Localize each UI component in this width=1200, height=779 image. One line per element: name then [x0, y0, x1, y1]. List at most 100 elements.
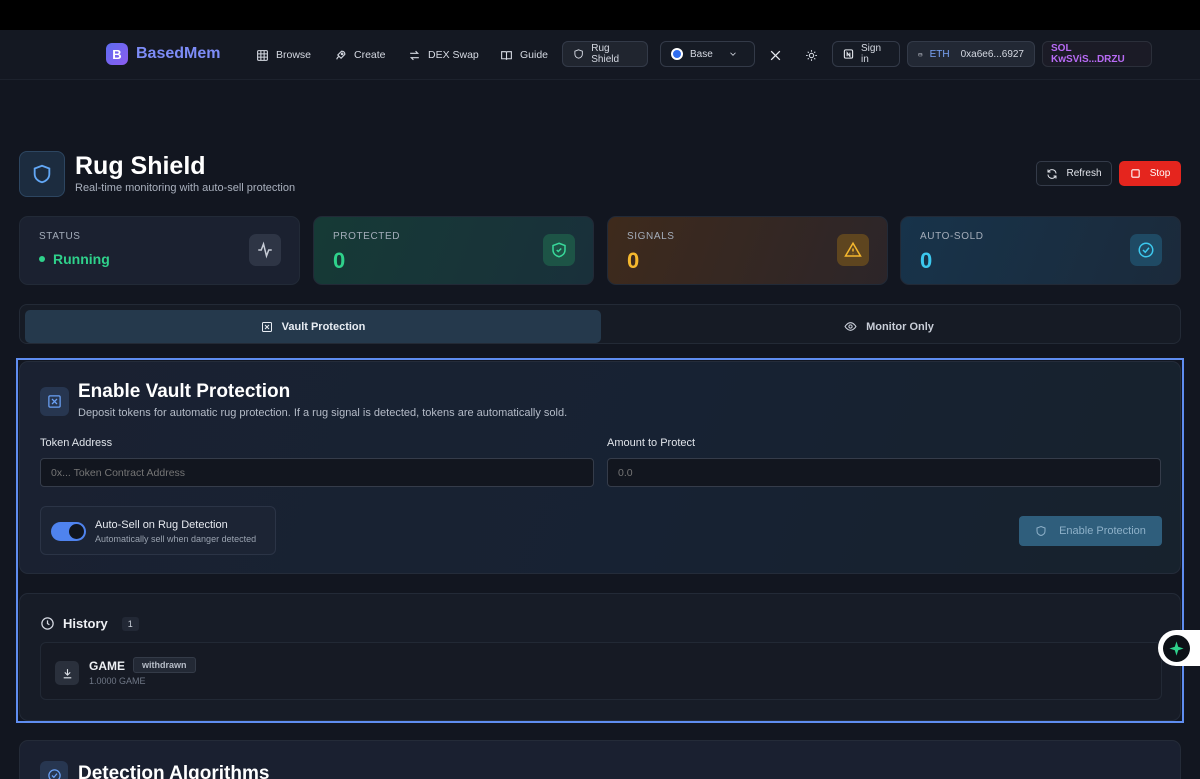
- stat-label: AUTO-SOLD: [920, 231, 984, 242]
- refresh-icon: [1047, 168, 1057, 179]
- book-icon: [501, 50, 512, 60]
- download-icon: [55, 661, 79, 685]
- tab-vault-protection[interactable]: Vault Protection: [25, 310, 601, 343]
- navbar: B BasedMem Browse Create DEX Swap Guide …: [0, 30, 1200, 80]
- vault-icon: [261, 321, 272, 332]
- protected-value: 0: [333, 248, 346, 273]
- auto-sell-toggle-box: Auto-Sell on Rug Detection Automatically…: [40, 506, 276, 555]
- history-card: History 1 GAME withdrawn 1.0000 GAME: [19, 593, 1181, 721]
- shield-icon: [574, 49, 583, 59]
- nav-browse[interactable]: Browse: [256, 43, 311, 67]
- shield-icon: [33, 164, 51, 184]
- history-header: History 1: [40, 616, 139, 631]
- sun-icon: [806, 49, 817, 61]
- nav-guide[interactable]: Guide: [500, 43, 548, 67]
- nav-guide-label: Guide: [520, 49, 549, 61]
- sign-in-button[interactable]: Sign in: [832, 41, 900, 67]
- theme-toggle[interactable]: [805, 43, 818, 67]
- stop-button[interactable]: Stop: [1119, 161, 1181, 186]
- eye-icon: [844, 322, 857, 331]
- x-twitter-icon: [770, 50, 781, 60]
- shield-icon: [1036, 525, 1046, 537]
- page-subtitle: Real-time monitoring with auto-sell prot…: [75, 182, 296, 194]
- enable-protection-button[interactable]: Enable Protection: [1019, 516, 1162, 546]
- chain-selector[interactable]: Base: [660, 41, 755, 67]
- sparkle-icon: [1163, 634, 1190, 662]
- nav-rug-shield-label: Rug Shield: [591, 43, 620, 65]
- token-address-input[interactable]: [40, 458, 594, 487]
- x-twitter-link[interactable]: [769, 43, 782, 67]
- stat-card-protected: PROTECTED 0: [313, 216, 594, 285]
- swap-icon: [409, 50, 420, 60]
- brand-logo-icon: B: [106, 43, 128, 65]
- nav-create-label: Create: [354, 49, 386, 61]
- vault-protection-card: Enable Vault Protection Deposit tokens f…: [19, 361, 1181, 574]
- sign-in-label: Sign in: [860, 43, 881, 65]
- activity-icon: [249, 234, 281, 266]
- detection-algorithms-card: Detection Algorithms: [19, 740, 1181, 779]
- status-text: Running: [53, 251, 110, 267]
- eth-wallet[interactable]: ETH 0xa6e6...6927: [907, 41, 1035, 67]
- auto-sell-title: Auto-Sell on Rug Detection: [95, 519, 228, 531]
- top-black-strip: [0, 0, 1200, 30]
- nav-dex-swap-label: DEX Swap: [428, 49, 479, 61]
- enable-protection-label: Enable Protection: [1059, 525, 1146, 537]
- history-token-name: GAME: [89, 659, 125, 673]
- sol-wallet[interactable]: SOL KwSViS...DRZU: [1042, 41, 1152, 67]
- stop-label: Stop: [1149, 168, 1171, 179]
- login-icon: [843, 49, 854, 59]
- amount-input[interactable]: [607, 458, 1161, 487]
- stop-icon: [1130, 169, 1140, 178]
- eth-address: 0xa6e6...6927: [960, 48, 1024, 60]
- stat-card-auto-sold: AUTO-SOLD 0: [900, 216, 1181, 285]
- vault-icon: [40, 387, 69, 416]
- rocket-icon: [336, 50, 346, 59]
- chain-name: Base: [690, 48, 713, 60]
- status-dot: [39, 256, 45, 262]
- warning-icon: [837, 234, 869, 266]
- base-chain-icon: [671, 48, 683, 60]
- stat-card-signals: SIGNALS 0: [607, 216, 888, 285]
- status-value: Running: [39, 251, 280, 267]
- chevron-down-icon: [730, 52, 736, 56]
- nav-dex-swap[interactable]: DEX Swap: [408, 43, 479, 67]
- tab-vault-label: Vault Protection: [281, 320, 366, 333]
- vault-description: Deposit tokens for automatic rug protect…: [78, 407, 568, 419]
- auto-sell-toggle[interactable]: [51, 522, 86, 541]
- refresh-label: Refresh: [1066, 168, 1102, 179]
- history-row[interactable]: GAME withdrawn 1.0000 GAME: [40, 642, 1162, 700]
- auto-sell-subtitle: Automatically sell when danger detected: [95, 534, 257, 544]
- tab-monitor-label: Monitor Only: [866, 320, 934, 333]
- eth-label: ETH: [929, 48, 950, 60]
- brand[interactable]: B BasedMem: [106, 43, 220, 65]
- clock-icon: [41, 617, 54, 630]
- floating-assistant-button[interactable]: [1158, 630, 1200, 666]
- history-status-badge: withdrawn: [133, 657, 196, 673]
- nav-create[interactable]: Create: [334, 43, 386, 67]
- grid-icon: [257, 49, 268, 61]
- token-address-label: Token Address: [40, 437, 113, 449]
- stat-label: PROTECTED: [333, 231, 401, 242]
- auto-sold-value: 0: [920, 248, 933, 273]
- refresh-button[interactable]: Refresh: [1036, 161, 1112, 186]
- check-circle-icon: [40, 761, 68, 779]
- toggle-knob: [69, 524, 84, 539]
- brand-name: BasedMem: [136, 45, 221, 62]
- wallet-icon: [918, 52, 923, 56]
- nav-rug-shield[interactable]: Rug Shield: [562, 41, 648, 67]
- stat-card-status: STATUS Running: [19, 216, 300, 285]
- nav-browse-label: Browse: [276, 49, 312, 61]
- vault-title: Enable Vault Protection: [78, 381, 291, 402]
- protection-tabs: Vault Protection Monitor Only: [19, 304, 1181, 344]
- stat-label: STATUS: [39, 231, 81, 242]
- history-amount: 1.0000 GAME: [89, 676, 146, 686]
- signals-value: 0: [627, 248, 640, 273]
- page-title: Rug Shield: [75, 152, 206, 180]
- amount-label: Amount to Protect: [607, 437, 696, 449]
- page-shield-icon-box: [19, 151, 65, 197]
- stat-label: SIGNALS: [627, 231, 675, 242]
- history-count-badge: 1: [121, 616, 139, 631]
- history-title: History: [63, 616, 108, 631]
- tab-monitor-only[interactable]: Monitor Only: [601, 310, 1177, 343]
- shield-check-icon: [543, 234, 575, 266]
